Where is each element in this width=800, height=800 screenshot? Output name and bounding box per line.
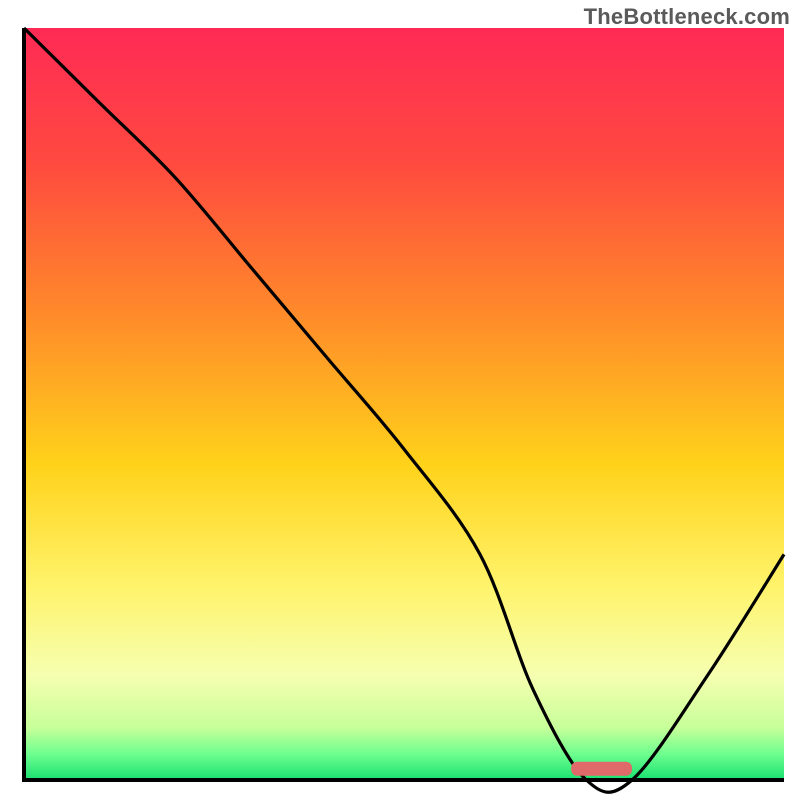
bottleneck-chart [0, 0, 800, 800]
watermark-text: TheBottleneck.com [584, 4, 790, 30]
optimal-marker [571, 762, 632, 776]
